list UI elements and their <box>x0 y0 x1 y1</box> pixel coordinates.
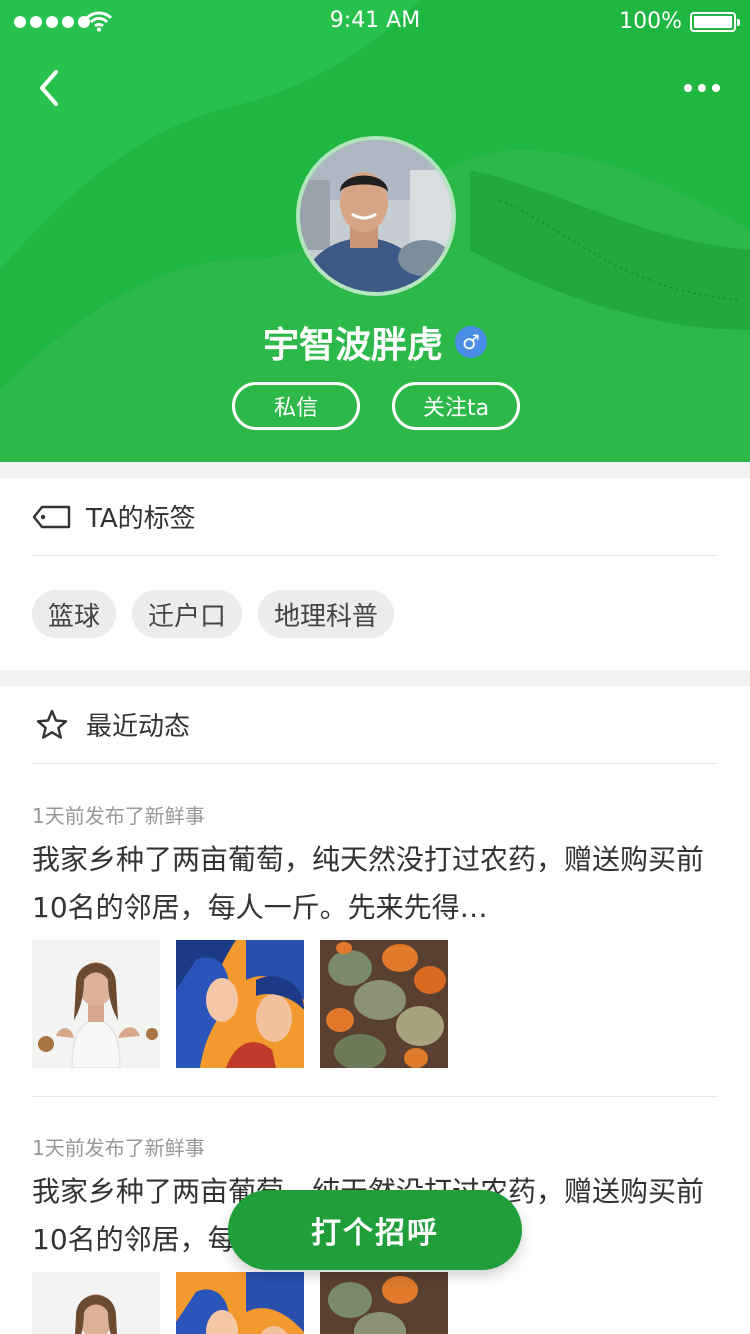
post-images <box>32 940 718 1068</box>
follow-button[interactable]: 关注ta <box>392 382 520 430</box>
post-divider <box>32 1096 718 1097</box>
tag-icon <box>32 497 72 537</box>
post-image[interactable] <box>32 1272 160 1334</box>
tag-chip[interactable]: 迁户口 <box>132 590 243 638</box>
profile-header: 9:41 AM 100% 宇智波胖虎 ♂ 私信 关注ta <box>0 0 750 462</box>
star-icon <box>32 705 72 745</box>
post-meta: 1天前发布了新鲜事 <box>32 1136 205 1160</box>
tags-section-header: TA的标签 <box>32 478 718 556</box>
post-image[interactable] <box>320 1272 448 1334</box>
post-image[interactable] <box>176 1272 304 1334</box>
more-dot-icon <box>684 84 692 92</box>
tags-card: TA的标签 篮球 迁户口 地理科普 <box>0 478 750 670</box>
activity-section-title: 最近动态 <box>86 712 191 742</box>
post-meta: 1天前发布了新鲜事 <box>32 804 205 828</box>
activity-section-header: 最近动态 <box>32 686 718 764</box>
post-text: 我家乡种了两亩葡萄，纯天然没打过农药，赠送购买前10名的邻居，每人一斤。先来先得… <box>32 843 705 924</box>
back-button[interactable] <box>30 66 70 110</box>
tag-chip[interactable]: 地理科普 <box>258 590 395 638</box>
status-bar: 9:41 AM 100% <box>0 0 750 44</box>
post-image[interactable] <box>320 940 448 1068</box>
tag-chip[interactable]: 篮球 <box>32 590 117 638</box>
private-message-button[interactable]: 私信 <box>232 382 360 430</box>
tag-list: 篮球 迁户口 地理科普 <box>32 590 395 638</box>
post-image[interactable] <box>176 940 304 1068</box>
more-options-button[interactable] <box>680 74 724 102</box>
more-dot-icon <box>698 84 706 92</box>
profile-name: 宇智波胖虎 <box>262 325 443 366</box>
avatar[interactable] <box>296 136 456 296</box>
battery-icon <box>690 12 740 32</box>
chevron-left-icon <box>40 70 58 106</box>
post-images <box>32 1272 718 1334</box>
profile-name-row: 宇智波胖虎 ♂ <box>0 316 750 368</box>
gender-male-icon: ♂ <box>455 326 487 358</box>
post-image[interactable] <box>32 940 160 1068</box>
avatar-photo <box>300 140 452 292</box>
more-dot-icon <box>712 84 720 92</box>
feed-post[interactable]: 1天前发布了新鲜事 我家乡种了两亩葡萄，纯天然没打过农药，赠送购买前10名的邻居… <box>32 802 718 1068</box>
say-hello-button[interactable]: 打个招呼 <box>228 1190 522 1270</box>
tags-section-title: TA的标签 <box>86 504 196 534</box>
battery-percentage: 100% <box>619 9 682 34</box>
